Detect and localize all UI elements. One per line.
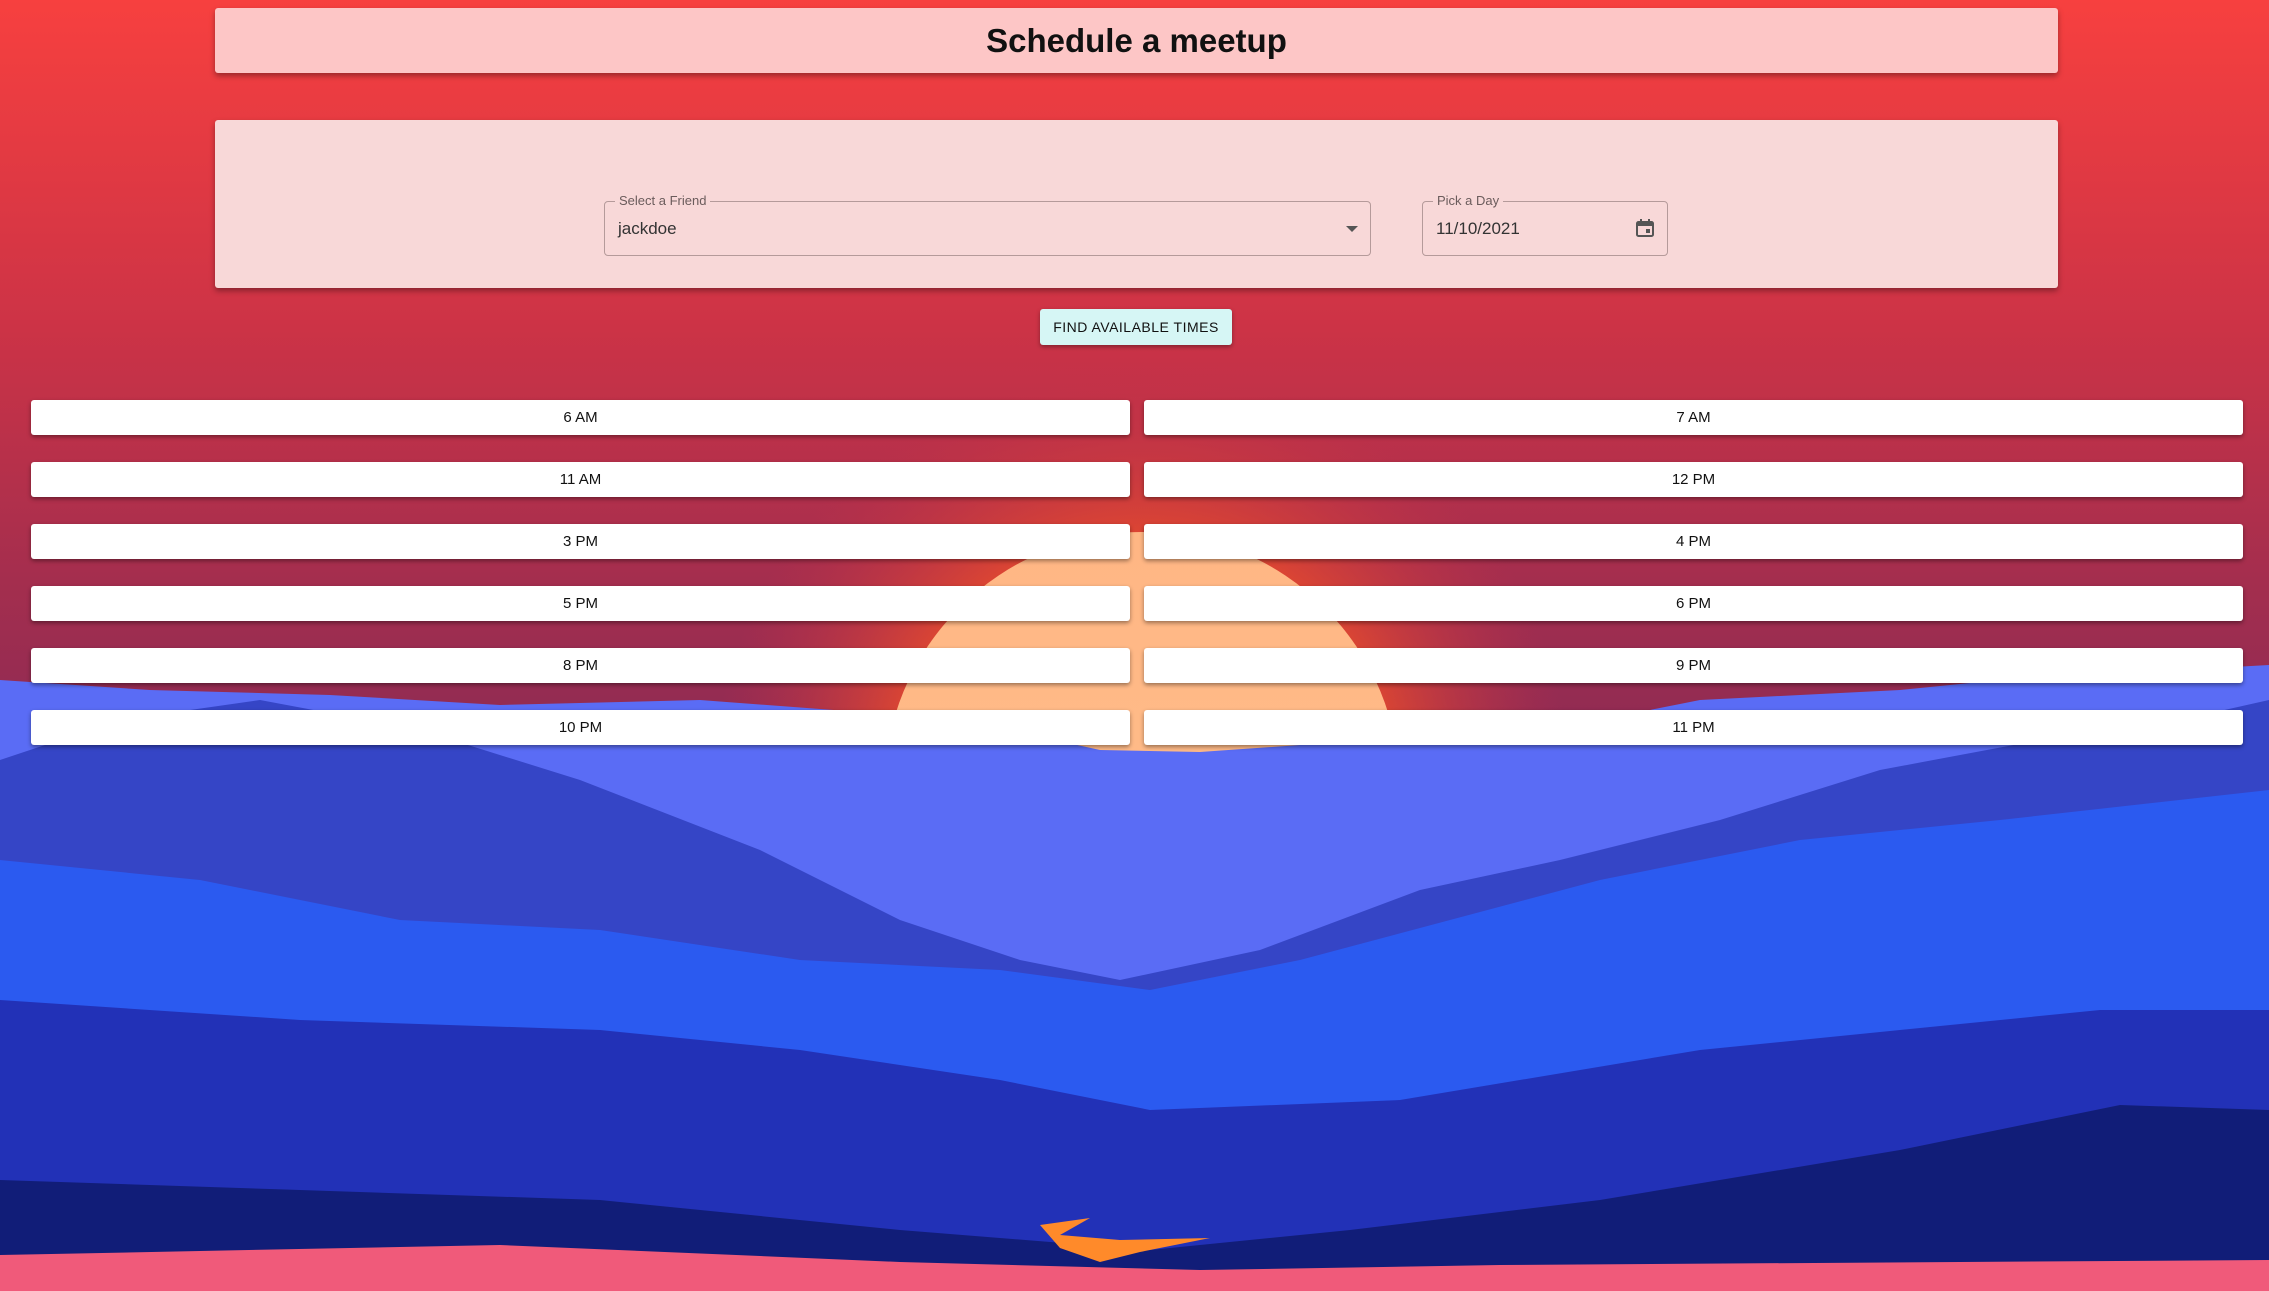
time-slot-button[interactable]: 5 PM xyxy=(31,586,1130,621)
time-slot-button[interactable]: 8 PM xyxy=(31,648,1130,683)
time-slot-button[interactable]: 7 AM xyxy=(1144,400,2243,435)
time-slot-button[interactable]: 11 PM xyxy=(1144,710,2243,745)
title-card: Schedule a meetup xyxy=(215,8,2058,73)
time-slot-button[interactable]: 3 PM xyxy=(31,524,1130,559)
friend-select[interactable]: Select a Friend jackdoe xyxy=(604,193,1371,256)
meetup-form-card: Select a Friend jackdoe Pick a Day 11/10… xyxy=(215,120,2058,288)
time-slot-button[interactable]: 6 PM xyxy=(1144,586,2243,621)
time-slot-button[interactable]: 11 AM xyxy=(31,462,1130,497)
day-picker-label: Pick a Day xyxy=(1433,193,1504,208)
time-slot-button[interactable]: 12 PM xyxy=(1144,462,2243,497)
time-slot-button[interactable]: 10 PM xyxy=(31,710,1130,745)
time-slot-button[interactable]: 9 PM xyxy=(1144,648,2243,683)
friend-select-value: jackdoe xyxy=(618,219,677,238)
time-slot-button[interactable]: 4 PM xyxy=(1144,524,2243,559)
friend-select-label: Select a Friend xyxy=(615,193,711,208)
chevron-down-icon xyxy=(1346,226,1358,232)
time-slot-button[interactable]: 6 AM xyxy=(31,400,1130,435)
calendar-icon[interactable] xyxy=(1635,218,1655,238)
find-available-times-button[interactable]: FIND AVAILABLE TIMES xyxy=(1040,309,1232,345)
page-title: Schedule a meetup xyxy=(986,21,1287,59)
day-picker[interactable]: Pick a Day 11/10/2021 xyxy=(1422,193,1668,256)
day-picker-value: 11/10/2021 xyxy=(1436,219,1520,238)
